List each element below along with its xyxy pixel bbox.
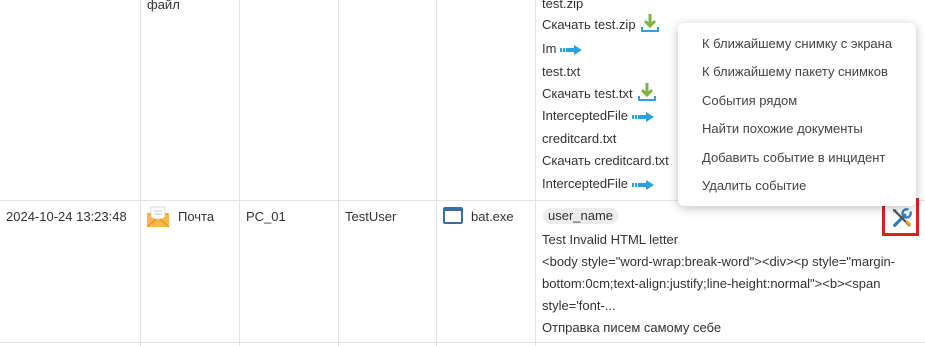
- intercepted-label[interactable]: InterceptedFile: [542, 108, 628, 123]
- intercepted-item[interactable]: InterceptedFile: [542, 176, 654, 191]
- menu-item-nearby-events[interactable]: События рядом: [702, 91, 797, 111]
- menu-item-delete-event[interactable]: Удалить событие: [702, 176, 806, 196]
- intercepted-item[interactable]: InterceptedFile: [542, 108, 654, 123]
- email-body-preview: <body style="word-wrap:break-word"><div>…: [542, 254, 896, 269]
- mail-icon: [146, 206, 170, 228]
- arrow-right-icon[interactable]: [632, 111, 654, 122]
- download-link-row[interactable]: Скачать test.txt: [542, 82, 657, 102]
- event-type-cell: файл: [147, 0, 180, 12]
- context-menu: К ближайшему снимку с экрана К ближайшем…: [678, 23, 916, 206]
- file-name: test.txt: [542, 64, 581, 79]
- menu-item-nearest-screenshot[interactable]: К ближайшему снимку с экрана: [702, 34, 892, 54]
- user-name-tag[interactable]: user_name: [543, 208, 619, 224]
- file-name: creditcard.txt: [542, 131, 617, 146]
- event-datetime: 2024-10-24 13:23:48: [6, 209, 127, 224]
- download-link[interactable]: Скачать test.txt: [542, 86, 633, 101]
- policy-rule: Отправка писем самому себе: [542, 320, 722, 335]
- intercepted-item[interactable]: Im: [542, 41, 583, 56]
- process-name: bat.exe: [471, 209, 514, 224]
- computer-name: PC_01: [246, 209, 286, 224]
- intercepted-label[interactable]: Im: [542, 41, 556, 56]
- menu-item-nearest-screenshot-pack[interactable]: К ближайшему пакету снимков: [702, 62, 888, 82]
- menu-item-find-similar-documents[interactable]: Найти похожие документы: [702, 119, 863, 139]
- download-icon[interactable]: [637, 82, 657, 102]
- column-divider: [338, 0, 339, 346]
- download-link[interactable]: Скачать creditcard.txt: [542, 153, 669, 168]
- email-body-preview: bottom:0cm;text-align:justify;line-heigh…: [542, 276, 881, 291]
- download-link-row[interactable]: Скачать creditcard.txt: [542, 153, 669, 168]
- channel-label: Почта: [178, 209, 215, 224]
- column-divider: [535, 0, 536, 346]
- arrow-right-icon[interactable]: [632, 179, 654, 190]
- row-divider: [0, 342, 925, 343]
- user-name: TestUser: [345, 209, 397, 224]
- window-icon: [443, 207, 463, 224]
- menu-item-add-to-incident[interactable]: Добавить событие в инцидент: [702, 148, 885, 168]
- download-link[interactable]: Скачать test.zip: [542, 17, 636, 32]
- column-divider: [436, 0, 437, 346]
- email-subject: Test Invalid HTML letter: [542, 232, 679, 247]
- column-divider: [239, 0, 240, 346]
- arrow-right-icon[interactable]: [560, 44, 583, 55]
- tools-icon[interactable]: [891, 207, 913, 229]
- email-body-preview: style='font-...: [542, 298, 616, 313]
- file-name: test.zip: [542, 0, 584, 11]
- column-divider: [140, 0, 141, 346]
- intercepted-label[interactable]: InterceptedFile: [542, 176, 628, 191]
- download-icon[interactable]: [640, 13, 660, 33]
- download-link-row[interactable]: Скачать test.zip: [542, 13, 660, 33]
